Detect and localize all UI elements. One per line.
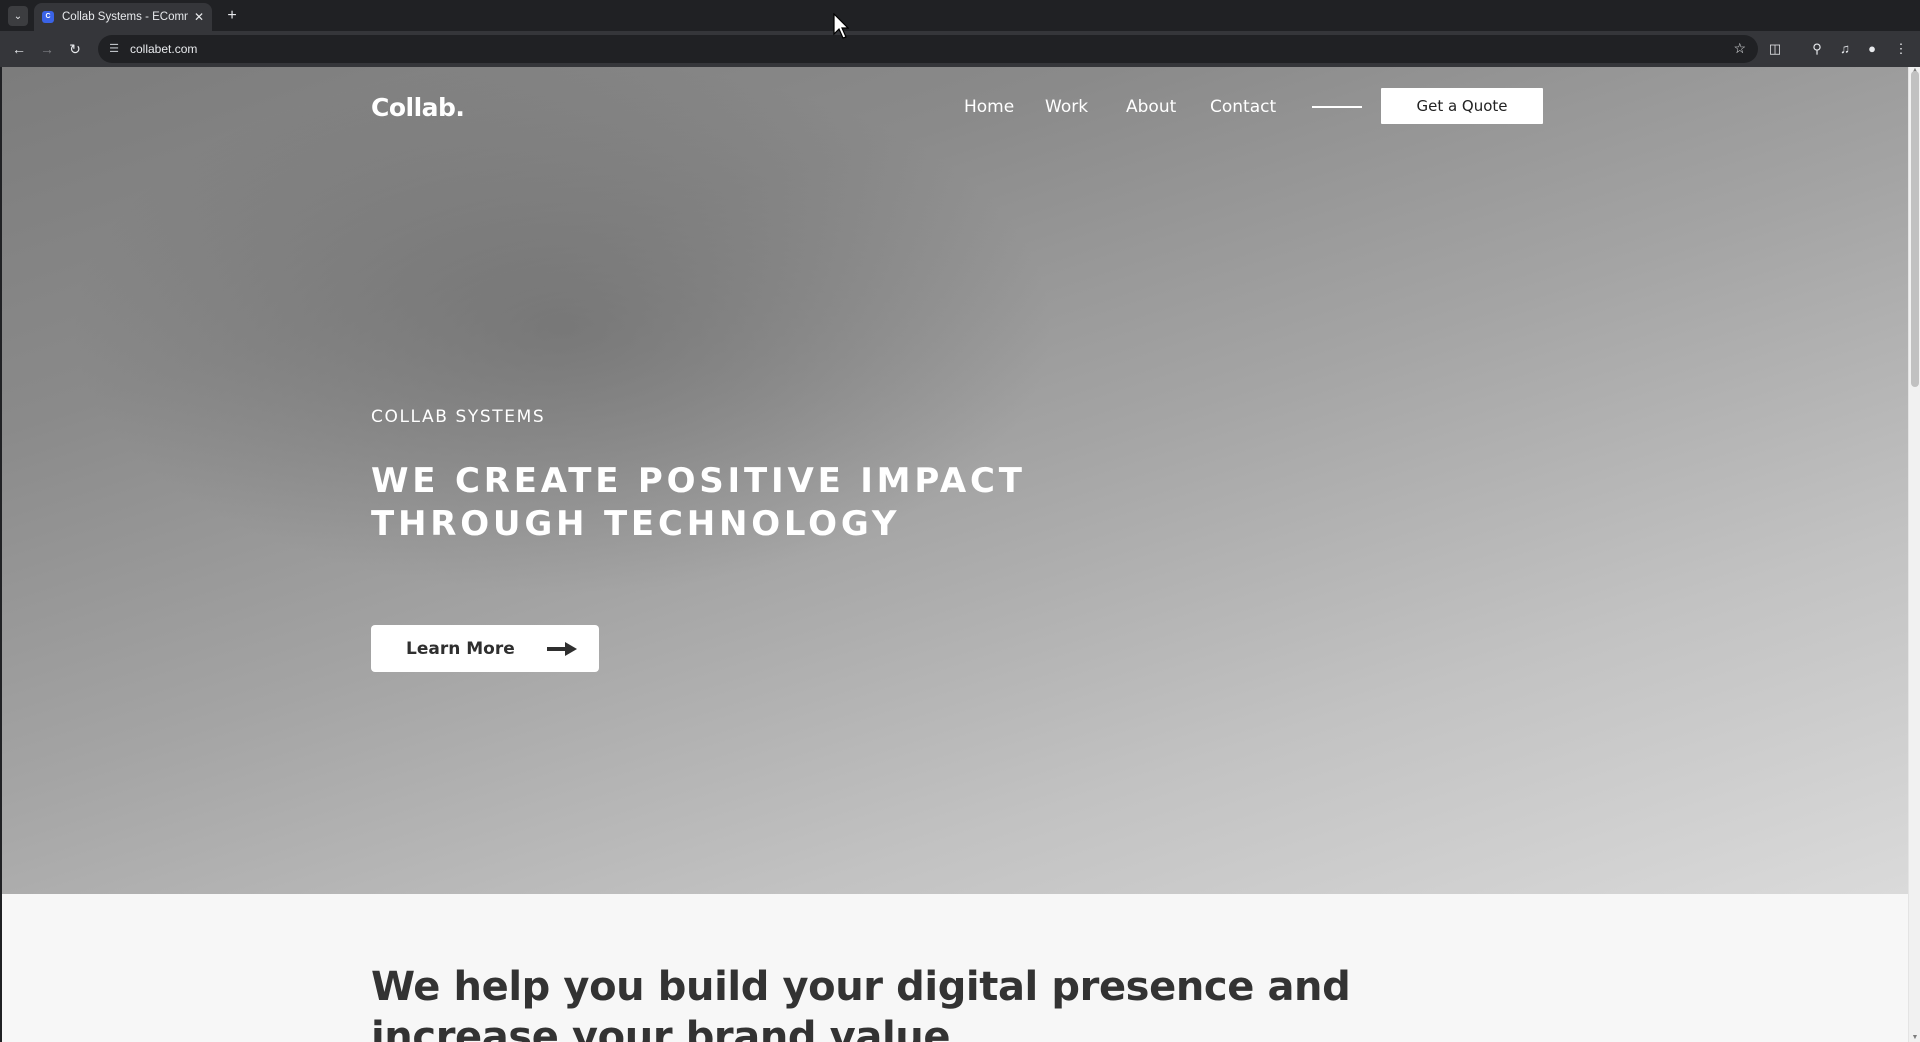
browser-toolbar: ← → ↻ ☰ collabet.com ☆ ◫ ⚲ ♫ ● ⋮ xyxy=(0,31,1920,67)
close-icon[interactable]: ✕ xyxy=(194,10,204,24)
nav-link-contact[interactable]: Contact xyxy=(1210,97,1276,117)
browser-tab[interactable]: C Collab Systems - EComm ✕ xyxy=(34,3,212,31)
hero-eyebrow: COLLAB SYSTEMS xyxy=(371,407,546,427)
address-bar[interactable]: ☰ collabet.com ☆ xyxy=(98,35,1758,63)
site-logo[interactable]: Collab. xyxy=(371,93,465,122)
nav-link-home[interactable]: Home xyxy=(964,97,1014,117)
arrow-right-icon[interactable]: → xyxy=(37,39,57,59)
nav-link-work[interactable]: Work xyxy=(1045,97,1088,117)
arrow-left-icon[interactable]: ← xyxy=(9,39,29,59)
scroll-down-icon[interactable]: ▼ xyxy=(1911,1034,1919,1042)
puzzle-icon[interactable]: ◫ xyxy=(1766,40,1784,58)
tab-title: Collab Systems - EComm xyxy=(62,11,188,23)
nav-item-contact[interactable]: Contact xyxy=(1210,97,1276,117)
chevron-down-icon[interactable]: ⌄ xyxy=(8,6,28,26)
nav-divider xyxy=(1312,106,1362,108)
tune-icon[interactable]: ☰ xyxy=(106,41,122,57)
nav-item-about[interactable]: About xyxy=(1126,97,1176,117)
nav-link-about[interactable]: About xyxy=(1126,97,1176,117)
site-favicon-icon: C xyxy=(42,11,54,23)
tab-strip: ⌄ C Collab Systems - EComm ✕ + xyxy=(0,0,1920,31)
hero-section: Collab. Home Work About Contact Get a Qu… xyxy=(2,67,1908,894)
flask-icon[interactable]: ⚲ xyxy=(1808,40,1826,58)
page-viewport: Collab. Home Work About Contact Get a Qu… xyxy=(2,67,1908,1042)
star-icon[interactable]: ☆ xyxy=(1733,40,1746,57)
section-title: We help you build your digital presence … xyxy=(371,964,1351,1042)
url-text[interactable]: collabet.com xyxy=(130,42,197,56)
learn-more-label: Learn More xyxy=(406,638,515,659)
nav-item-work[interactable]: Work xyxy=(1045,97,1088,117)
mouse-cursor-icon xyxy=(833,13,849,39)
media-controls-icon[interactable]: ♫ xyxy=(1836,40,1854,58)
kebab-menu-icon[interactable]: ⋮ xyxy=(1892,40,1910,58)
plus-icon[interactable]: + xyxy=(222,6,242,26)
reload-icon[interactable]: ↻ xyxy=(65,39,85,59)
nav-item-home[interactable]: Home xyxy=(964,97,1014,117)
learn-more-button[interactable]: Learn More xyxy=(371,625,599,672)
page-scrollbar[interactable]: ▲ ▼ xyxy=(1908,67,1920,1042)
person-icon[interactable]: ● xyxy=(1863,40,1881,58)
arrow-right-icon xyxy=(546,641,577,656)
hero-headline: WE CREATE POSITIVE IMPACT THROUGH TECHNO… xyxy=(371,461,1026,544)
scrollbar-thumb[interactable] xyxy=(1911,71,1919,387)
get-a-quote-button[interactable]: Get a Quote xyxy=(1381,88,1543,124)
